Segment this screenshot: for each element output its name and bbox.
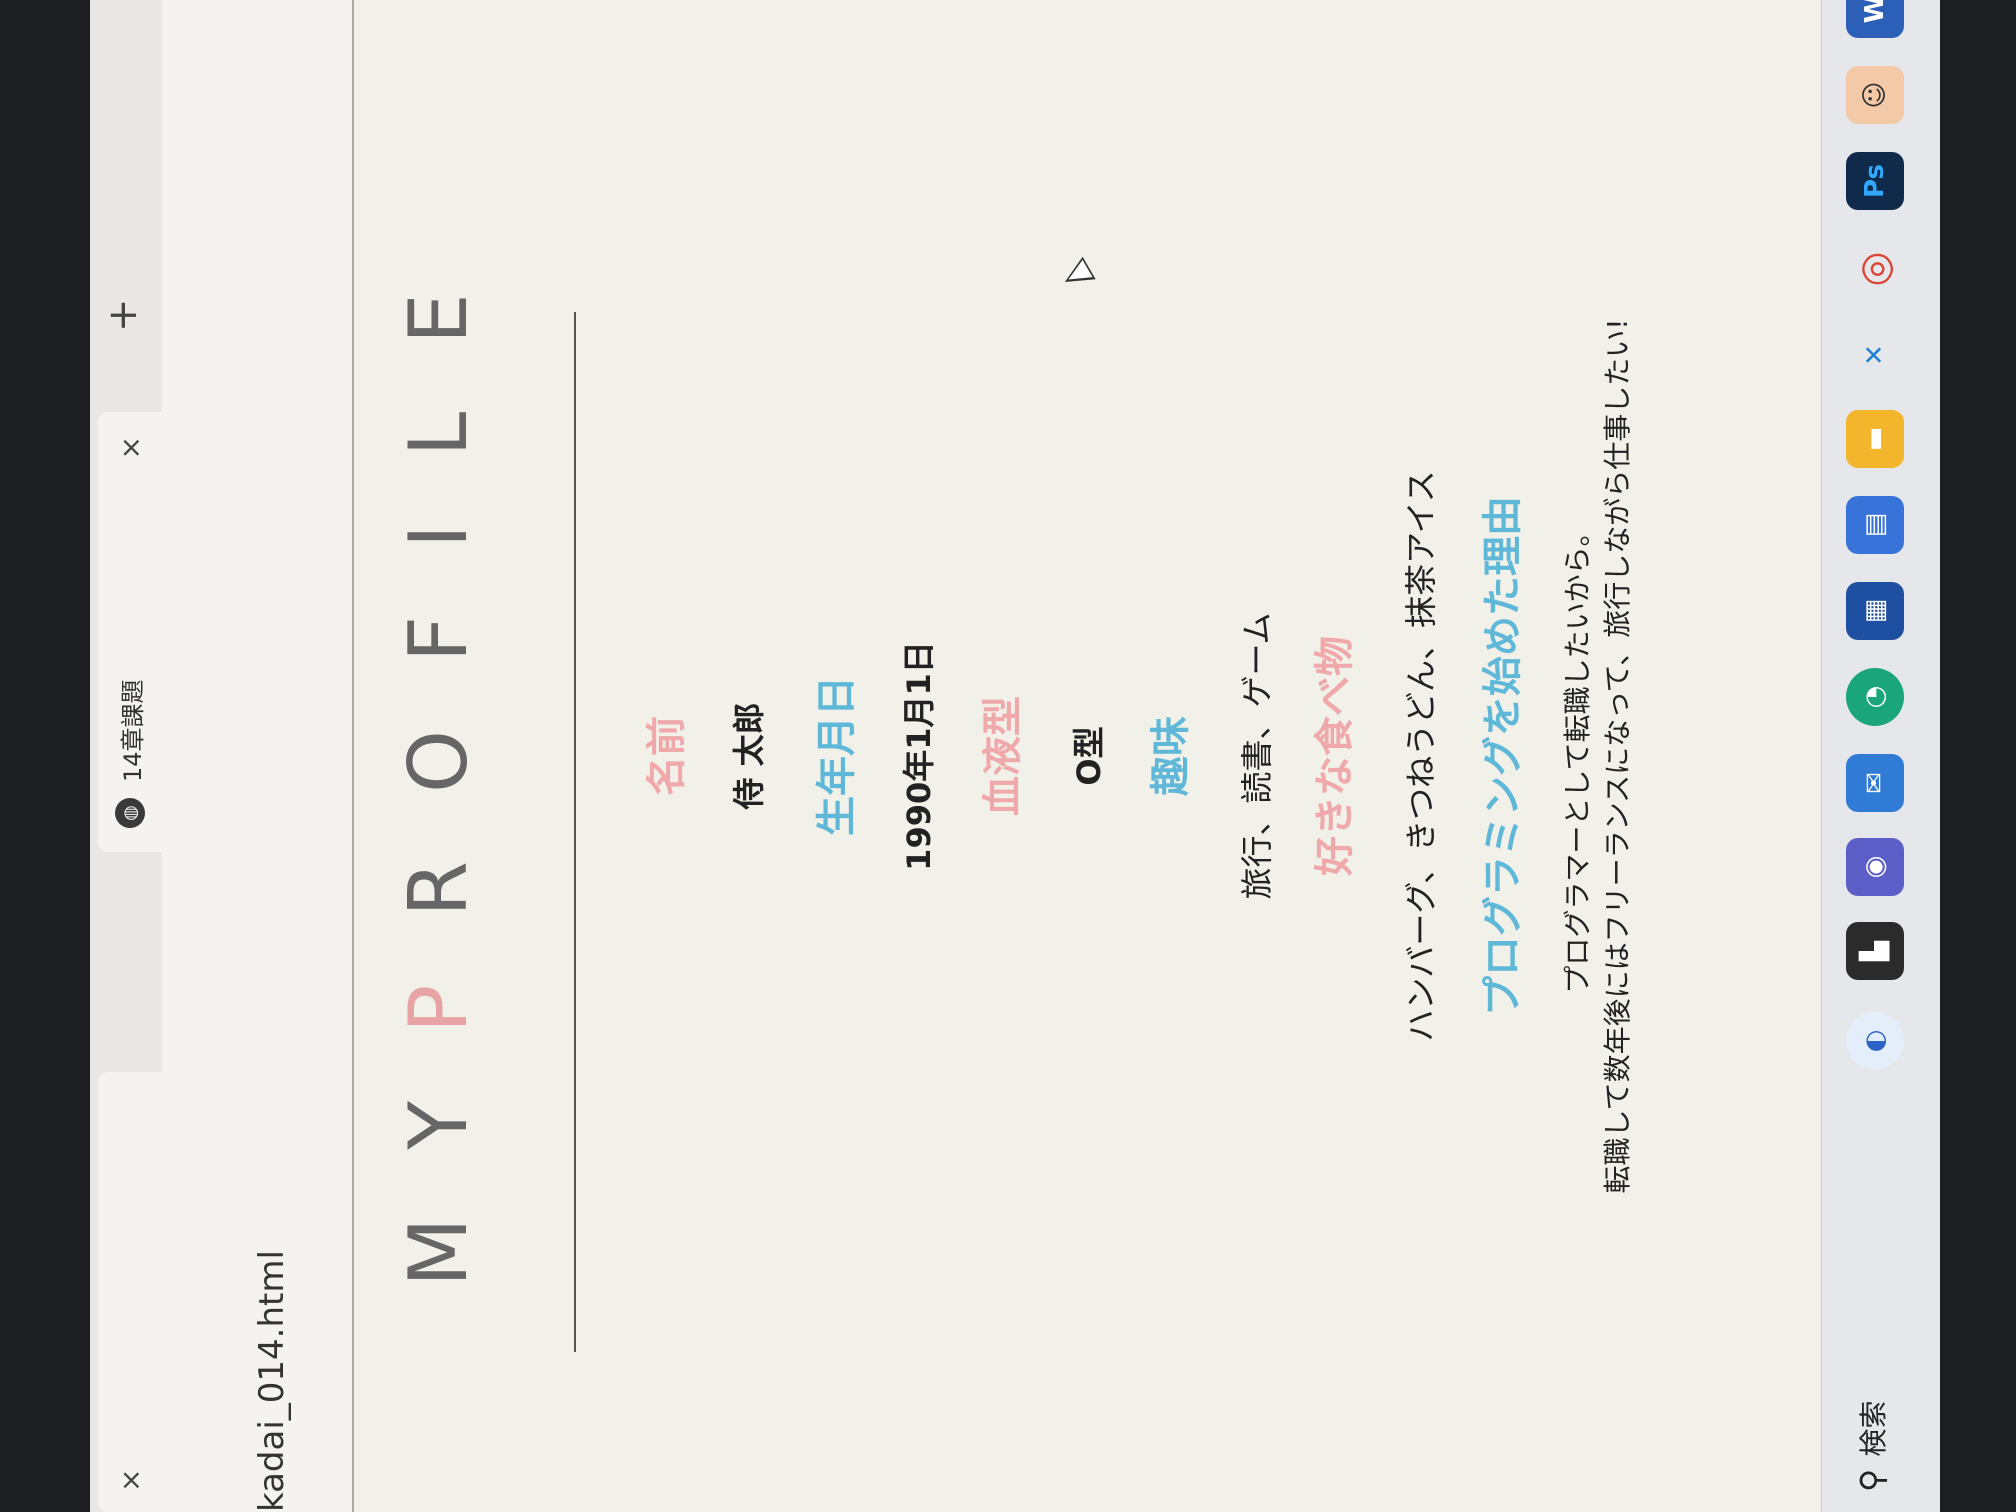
avatar-app-icon[interactable]: ☺ — [1846, 66, 1904, 124]
address-bar-area: kadai_014.html — [162, 0, 354, 1512]
mail-icon[interactable]: ✉ — [1846, 754, 1904, 812]
widgets-icon[interactable]: ▤ — [1846, 496, 1904, 554]
title-letter: Y — [392, 1032, 485, 1150]
photoshop-icon[interactable]: Ps — [1846, 152, 1904, 210]
vscode-icon[interactable]: ✕ — [1846, 326, 1904, 384]
food-value: ハンバーグ、きつねうどん、抹茶アイス — [1402, 470, 1440, 1042]
blood-type-value: O型 — [1070, 726, 1108, 786]
name-value: 侍 太郎 — [730, 702, 768, 810]
name-label: 名前 — [644, 716, 690, 796]
tab-active[interactable]: ◍ 14章課題 × — [98, 412, 162, 852]
title-letter: P — [392, 916, 485, 1033]
copilot-icon[interactable]: ◐ — [1846, 1012, 1904, 1070]
globe-icon: ◍ — [115, 798, 145, 828]
blood-type-label: 血液型 — [980, 696, 1026, 816]
title-divider — [574, 312, 576, 1352]
store-icon[interactable]: ▦ — [1846, 582, 1904, 640]
folder-icon[interactable]: ▬ — [1846, 410, 1904, 468]
title-letter: F — [392, 548, 485, 663]
page-title: MYPROFILE — [392, 0, 485, 1512]
laptop-screen: × ◍ 14章課題 × + kadai_014.html MYPROFILE 名… — [90, 0, 1940, 1512]
title-letter: M — [392, 1149, 485, 1287]
taskbar-search[interactable]: ⚲ 検索 — [1852, 1401, 1892, 1492]
food-label: 好きな食べ物 — [1312, 636, 1358, 876]
title-letter: I — [392, 456, 485, 548]
taskbar: ⚲ 検索 ◐ ▙ ◉ ✉ ◔ ▦ ▤ ▬ ✕ ◎ Ps ☺ W — [1821, 0, 1940, 1512]
title-letter: R — [392, 792, 485, 917]
web-page: MYPROFILE 名前 侍 太郎 生年月日 1990年1月1日 血液型 O型 … — [352, 0, 1940, 1512]
new-tab-button[interactable]: + — [100, 298, 146, 332]
tab-close-button[interactable]: × — [114, 1469, 147, 1492]
tab-close-button[interactable]: × — [114, 436, 147, 459]
title-letter: E — [392, 225, 485, 344]
edge-icon[interactable]: ◔ — [1846, 668, 1904, 726]
title-letter: O — [392, 662, 485, 793]
search-icon: ⚲ — [1853, 1468, 1891, 1492]
tab-bar: × ◍ 14章課題 × + — [90, 0, 162, 1512]
title-letter: L — [392, 343, 485, 457]
birthday-label: 生年月日 — [814, 676, 860, 836]
teams-icon[interactable]: ◉ — [1846, 838, 1904, 896]
chrome-icon[interactable]: ◎ — [1846, 240, 1904, 298]
tab-title: 14章課題 — [118, 679, 147, 782]
tab-blank[interactable]: × — [98, 1072, 162, 1512]
url-text[interactable]: kadai_014.html — [252, 1250, 292, 1512]
word-icon[interactable]: W — [1846, 0, 1904, 38]
reason-line-2: 転職して数年後にはフリーランスになって、旅行しながら仕事したい! — [1601, 318, 1634, 1194]
reason-label: プログラミングを始めた理由 — [1480, 496, 1526, 1016]
search-label: 検索 — [1857, 1400, 1890, 1457]
hobby-label: 趣味 — [1148, 716, 1194, 796]
file-explorer-icon[interactable]: ▙ — [1846, 922, 1904, 980]
birthday-value: 1990年1月1日 — [900, 641, 938, 871]
reason-line-1: プログラマーとして転職したいから。 — [1561, 518, 1594, 994]
hobby-value: 旅行、読書、ゲーム — [1238, 612, 1276, 900]
